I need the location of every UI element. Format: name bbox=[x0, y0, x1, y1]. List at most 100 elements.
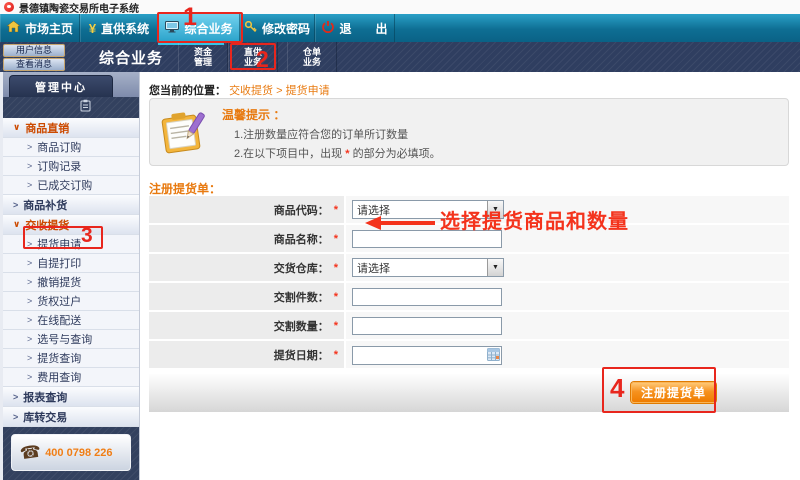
nav-tab-market-home[interactable]: 市场主页 bbox=[0, 14, 80, 42]
sidebar-tab-management-center[interactable]: 管理中心 bbox=[9, 75, 113, 97]
nav-tab-label: 综合业务 bbox=[184, 20, 232, 37]
notice-line1: 1.注册数量应符合您的订单所订数量 bbox=[234, 126, 408, 142]
product-name-input[interactable] bbox=[352, 230, 502, 248]
main-nav: 市场主页 ¥ 直供系统 综合业务 修改密码 退 出 bbox=[0, 14, 800, 42]
required-star: * bbox=[334, 291, 338, 303]
form-title: 注册提货单： bbox=[149, 180, 221, 197]
chevron-right-icon: > bbox=[27, 239, 32, 249]
breadcrumb-prefix: 您当前的位置： bbox=[149, 85, 226, 97]
key-icon bbox=[245, 21, 257, 36]
sidebar-menu: ∨商品直销 >商品订购 >订购记录 >已成交订购 >商品补货 ∨交收提货 >提货… bbox=[3, 118, 139, 427]
sidebar-item-cancel-pickup[interactable]: >撤销提货 bbox=[3, 273, 139, 292]
register-pickup-order-button[interactable]: 注册提货单 bbox=[631, 382, 716, 403]
sidebar-item-product-restock[interactable]: >商品补货 bbox=[3, 195, 139, 215]
sidebar-item-pickup-query[interactable]: >提货查询 bbox=[3, 349, 139, 368]
view-messages-button[interactable]: 查看消息 bbox=[3, 58, 65, 71]
sidebar-item-online-distribution[interactable]: >在线配送 bbox=[3, 311, 139, 330]
nav-tab-label: 市场主页 bbox=[25, 20, 73, 37]
sidebar-item-product-order[interactable]: >商品订购 bbox=[3, 138, 139, 157]
nav-tab-logout[interactable]: 退 出 bbox=[315, 14, 395, 42]
monitor-icon bbox=[165, 21, 179, 36]
required-star: * bbox=[334, 320, 338, 332]
field-label: 商品名称：* bbox=[149, 225, 344, 252]
field-label: 交割件数： * bbox=[149, 283, 344, 310]
user-info-button[interactable]: 用户信息 bbox=[3, 44, 65, 57]
sidebar-toolbar-band bbox=[3, 97, 139, 118]
sub-nav: 用户信息 查看消息 综合业务 资金 管理 直供 业务 仓单 业务 bbox=[0, 42, 800, 72]
sidebar-item-number-selection-query[interactable]: > 选号与查询 bbox=[3, 330, 139, 349]
form-row-pickup-date: 提货日期：* bbox=[149, 341, 789, 368]
sidebar-item-order-records[interactable]: > 订购记录 bbox=[3, 157, 139, 176]
form-row-product-code: 商品代码： * 请选择 ▼ bbox=[149, 196, 789, 223]
form-footer-strip: 注册提货单 bbox=[149, 374, 789, 412]
delivery-warehouse-select[interactable]: 请选择 ▼ bbox=[352, 258, 504, 277]
subnav-item-warehouse-receipt-business[interactable]: 仓单 业务 bbox=[287, 42, 337, 72]
product-code-label: 商品代码： bbox=[274, 202, 329, 218]
calendar-icon[interactable] bbox=[487, 348, 500, 366]
delivery-pieces-label: 交割件数： bbox=[274, 289, 329, 305]
field-label: 商品代码： * bbox=[149, 196, 344, 223]
clipboard-icon[interactable] bbox=[80, 99, 91, 117]
required-star: * bbox=[334, 233, 338, 245]
nav-tab-direct-supply[interactable]: ¥ 直供系统 bbox=[80, 14, 158, 42]
sidebar-item-label: 库转交易 bbox=[23, 409, 67, 425]
delivery-quantity-input[interactable] bbox=[352, 317, 502, 335]
nav-tab-label: 退 出 bbox=[339, 20, 387, 37]
notice-line2-pre: 2.在以下项目中，出现 bbox=[234, 148, 345, 160]
chevron-right-icon: > bbox=[27, 372, 32, 382]
service-phone-number: 400 0798 226 bbox=[45, 447, 112, 459]
chevron-right-icon: > bbox=[27, 296, 32, 306]
subnav-item-funds-management[interactable]: 资金 管理 bbox=[178, 42, 228, 72]
sidebar-item-self-pickup-print[interactable]: > 自提打印 bbox=[3, 254, 139, 273]
form-row-delivery-quantity: 交割数量： * bbox=[149, 312, 789, 339]
sidebar-item-label: 商品补货 bbox=[23, 197, 67, 213]
delivery-pieces-input[interactable] bbox=[352, 288, 502, 306]
field-label: 交割数量： * bbox=[149, 312, 344, 339]
sidebar-item-label: 订购记录 bbox=[37, 158, 81, 174]
chevron-down-icon: ∨ bbox=[13, 122, 20, 133]
sidebar-item-product-direct-sale[interactable]: ∨商品直销 bbox=[3, 118, 139, 138]
pickup-date-input[interactable] bbox=[352, 346, 502, 365]
field-label: 提货日期：* bbox=[149, 341, 344, 368]
sidebar-item-report-query[interactable]: >报表查询 bbox=[3, 387, 139, 407]
home-icon bbox=[7, 21, 20, 35]
sidebar-item-fee-query[interactable]: > 费用查询 bbox=[3, 368, 139, 387]
delivery-quantity-label: 交割数量： bbox=[274, 318, 329, 334]
nav-tab-label: 修改密码 bbox=[262, 20, 310, 37]
nav-tab-change-password[interactable]: 修改密码 bbox=[240, 14, 315, 42]
chevron-right-icon: > bbox=[27, 315, 32, 325]
sidebar-item-label: 自提打印 bbox=[37, 255, 81, 271]
required-star: * bbox=[334, 349, 338, 361]
service-phone-button[interactable]: ☎ 400 0798 226 bbox=[11, 434, 131, 471]
sidebar-item-goods-ownership-transfer[interactable]: > 货权过户 bbox=[3, 292, 139, 311]
pickup-form: 商品代码： * 请选择 ▼ 商品名称：* bbox=[149, 196, 789, 370]
nav-tab-comprehensive-business[interactable]: 综合业务 bbox=[158, 14, 240, 42]
sidebar-footer: ☎ 400 0798 226 bbox=[3, 427, 139, 480]
subnav-item-direct-supply-business[interactable]: 直供 业务 bbox=[228, 42, 278, 72]
sidebar-item-label: 交收提货 bbox=[25, 217, 69, 233]
app-window: 景德镇陶瓷交易所电子系统 市场主页 ¥ 直供系统 综合业务 修改密码 bbox=[0, 0, 800, 480]
sidebar-item-warehouse-transfer-trade[interactable]: >库转交易 bbox=[3, 407, 139, 427]
sidebar-item-label: 货权过户 bbox=[37, 293, 81, 309]
required-star: * bbox=[334, 262, 338, 274]
chevron-right-icon: > bbox=[27, 353, 32, 363]
sidebar-item-pickup-application[interactable]: >提货申请 bbox=[3, 235, 139, 254]
product-code-select[interactable]: 请选择 ▼ bbox=[352, 200, 504, 219]
sidebar-item-label: 已成交订购 bbox=[37, 177, 92, 193]
sidebar-item-completed-orders[interactable]: >已成交订购 bbox=[3, 176, 139, 195]
subnav-item-label: 管理 bbox=[194, 57, 212, 67]
required-star: * bbox=[334, 204, 338, 216]
sidebar: 管理中心 ∨商品直销 >商品订购 >订购记录 >已成交订购 >商品补货 ∨交收提… bbox=[0, 72, 140, 480]
sidebar-item-label: 费用查询 bbox=[37, 369, 81, 385]
app-title: 景德镇陶瓷交易所电子系统 bbox=[19, 0, 139, 15]
subnav-item-label: 资金 bbox=[194, 47, 212, 57]
notice-line2: 2.在以下项目中，出现 * 的部分为必填项。 bbox=[234, 145, 441, 161]
chevron-right-icon: > bbox=[27, 258, 32, 268]
chevron-right-icon: > bbox=[27, 334, 32, 344]
nav-filler bbox=[395, 14, 800, 42]
sidebar-item-delivery-pickup[interactable]: ∨交收提货 bbox=[3, 215, 139, 235]
notice-title: 温馨提示 ： bbox=[222, 106, 285, 123]
sidebar-item-label: 选号与查询 bbox=[37, 331, 92, 347]
chevron-right-icon: > bbox=[27, 161, 32, 171]
form-row-product-name: 商品名称：* bbox=[149, 225, 789, 252]
